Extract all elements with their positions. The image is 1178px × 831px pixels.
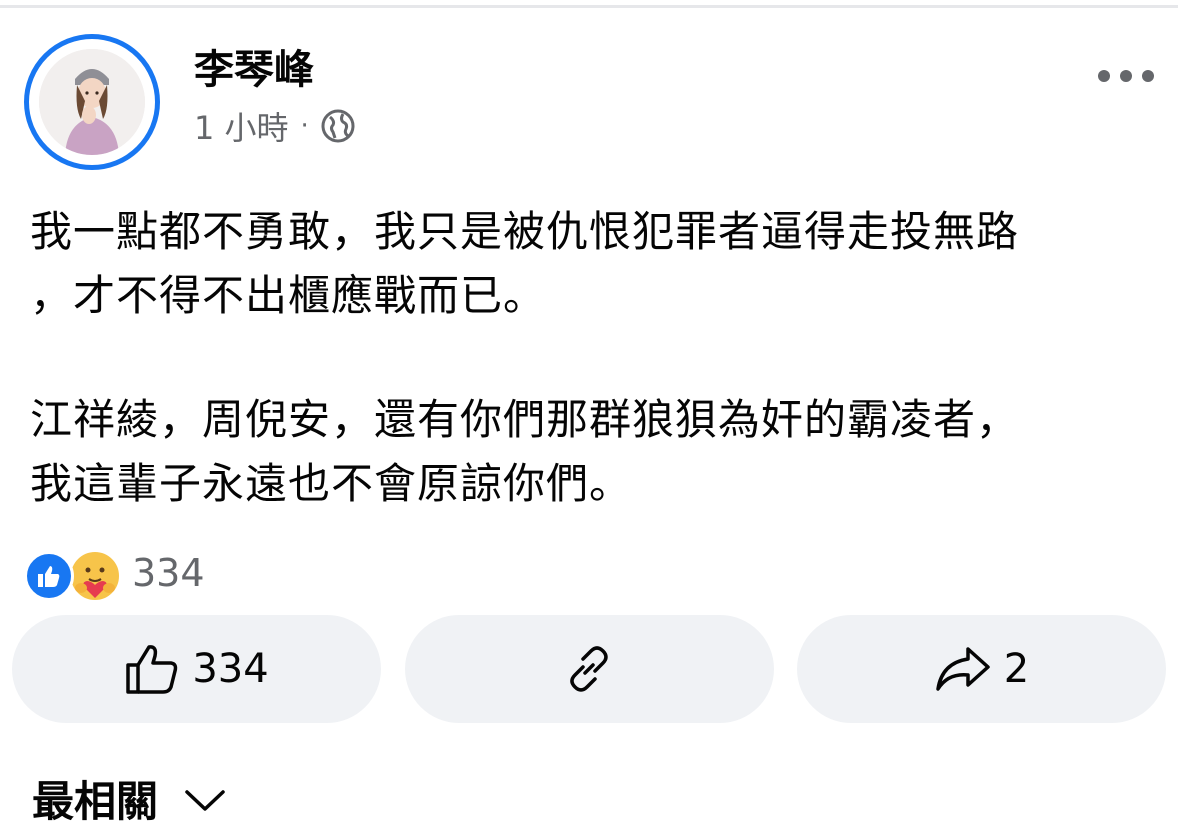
reaction-icons [24,548,124,603]
author-name[interactable]: 李琴峰 [194,46,314,94]
share-button[interactable]: 2 [797,615,1166,723]
more-dot [1098,70,1110,82]
comment-sort-label: 最相關 [32,776,159,826]
link-icon [570,646,608,692]
post-text-line: 我這輩子永遠也不會原諒你們。 [30,459,633,508]
thumbs-up-icon [126,645,178,694]
like-count: 334 [192,646,269,692]
comment-sort-dropdown[interactable]: 最相關 [32,768,226,828]
share-icon [936,647,990,691]
avatar-story-ring[interactable] [24,34,160,170]
post-header: 李琴峰 1 小時 · [24,34,1154,180]
top-divider [0,5,1178,8]
post-text-line: 江祥綾，周倪安，還有你們那群狼狽為奸的霸凌者， [30,395,1020,444]
meta-separator: · [300,111,309,141]
post-timestamp[interactable]: 1 小時 [194,103,289,149]
post-meta: 1 小時 · [194,103,355,149]
copy-link-button[interactable] [404,615,774,723]
care-reaction-icon [68,549,122,603]
chevron-down-icon [185,790,225,811]
like-button[interactable]: 334 [12,615,381,723]
avatar-photo [39,49,145,155]
post-body: 我一點都不勇敢，我只是被仇恨犯罪者逼得走投無路 ，才不得不出櫃應戰而已。 江祥綾… [30,200,1160,516]
avatar[interactable] [39,49,145,155]
share-count: 2 [1003,646,1030,692]
reaction-summary[interactable]: 334 [24,548,205,603]
globe-icon[interactable] [321,109,355,143]
reaction-count[interactable]: 334 [132,551,205,595]
like-reaction-icon [24,551,74,601]
more-options-button[interactable] [1098,62,1154,90]
more-dot [1142,70,1154,82]
post-text-line: ，才不得不出櫃應戰而已。 [30,271,547,320]
more-dot [1120,70,1132,82]
action-bar: 334 2 [12,615,1166,723]
post-text-line: 我一點都不勇敢，我只是被仇恨犯罪者逼得走投無路 [30,207,1020,256]
